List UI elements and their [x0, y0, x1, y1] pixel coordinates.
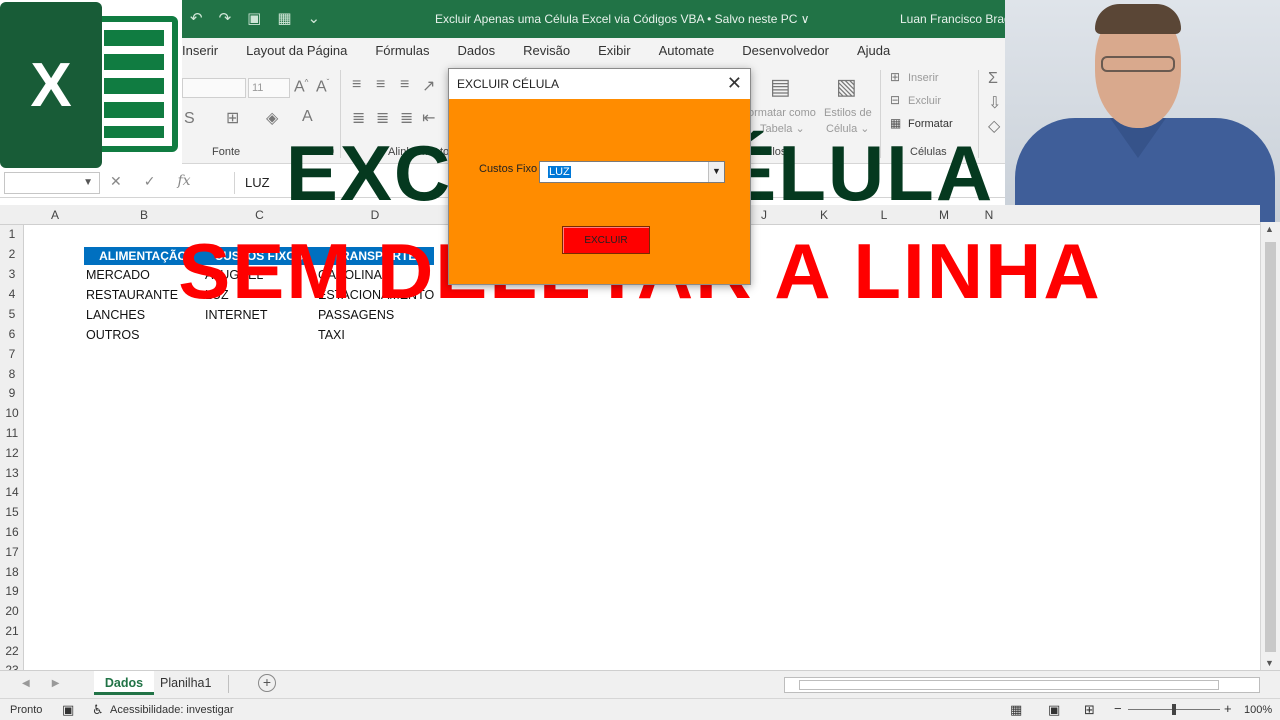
row-header[interactable]: 15 [0, 505, 24, 519]
scroll-up-icon[interactable]: ▲ [1265, 224, 1274, 234]
decrease-font-icon[interactable]: Aˇ [316, 78, 329, 96]
row-header[interactable]: 18 [0, 565, 24, 579]
insert-cells-label[interactable]: Inserir [908, 72, 939, 84]
format-as-table-label-1[interactable]: ormatar como [748, 107, 816, 119]
font-size-value: 11 [252, 82, 264, 94]
fill-color-icon[interactable]: ◈ [266, 108, 278, 128]
insert-cells-icon[interactable]: ⊞ [890, 70, 900, 84]
status-ready: Pronto [10, 704, 43, 716]
horizontal-scrollbar[interactable] [784, 677, 1260, 693]
custos-fixo-label: Custos Fixo [479, 163, 538, 175]
dialog-title: EXCLUIR CÉLULA [449, 69, 750, 99]
delete-cells-label[interactable]: Excluir [908, 95, 941, 107]
cell-styles-label-1[interactable]: Estilos de [824, 107, 872, 119]
excluir-celula-dialog: EXCLUIR CÉLULA ✕ Custos Fixo LUZ ▼ EXCLU… [448, 68, 751, 285]
redo-icon[interactable]: ↷ [219, 9, 232, 27]
tab-ajuda[interactable]: Ajuda [857, 38, 890, 64]
normal-view-icon[interactable]: ▦ [1010, 702, 1022, 718]
row-header[interactable]: 6 [0, 327, 24, 341]
zoom-level[interactable]: 100% [1244, 704, 1272, 716]
font-size-select[interactable]: 11 [248, 78, 290, 98]
accessibility-icon[interactable]: ♿ [92, 702, 104, 718]
ribbon-tabs: Inserir Layout da Página Fórmulas Dados … [182, 38, 1005, 64]
next-sheet-icon[interactable]: ▶ [52, 678, 60, 689]
zoom-in-icon[interactable]: + [1224, 701, 1232, 716]
scroll-down-icon[interactable]: ▼ [1265, 658, 1274, 668]
chevron-down-icon[interactable]: ▼ [708, 162, 724, 182]
row-header[interactable]: 16 [0, 525, 24, 539]
strikethrough-icon[interactable]: S [184, 110, 195, 128]
add-sheet-icon[interactable]: + [258, 674, 276, 692]
sheet-tabs-bar: ◀ ▶ Dados Planilha1 + [0, 670, 1280, 698]
form-icon[interactable]: ▦ [277, 9, 291, 27]
font-color-icon[interactable]: A [302, 108, 313, 126]
delete-cells-icon[interactable]: ⊟ [890, 93, 900, 107]
align-center-icon[interactable]: ≣ [376, 108, 389, 128]
row-header[interactable]: 19 [0, 584, 24, 598]
tab-dados[interactable]: Dados [458, 38, 496, 64]
sheet-tab-dados[interactable]: Dados [94, 671, 154, 695]
format-as-table-icon[interactable]: ▤ [770, 74, 791, 100]
row-header[interactable]: 14 [0, 485, 24, 499]
excluir-button[interactable]: EXCLUIR [562, 226, 650, 254]
tab-revisao[interactable]: Revisão [523, 38, 570, 64]
align-top-icon[interactable]: ≡ [352, 76, 361, 94]
increase-font-icon[interactable]: A^ [294, 78, 308, 96]
user-name[interactable]: Luan Francisco Brag [900, 12, 1011, 26]
row-header[interactable]: 9 [0, 386, 24, 400]
tab-automate[interactable]: Automate [659, 38, 715, 64]
table-cell[interactable]: OUTROS [86, 328, 139, 342]
vertical-scrollbar[interactable]: ▲ ▼ [1260, 222, 1280, 674]
zoom-slider-knob[interactable] [1172, 704, 1176, 715]
accessibility-status[interactable]: Acessibilidade: investigar [110, 704, 234, 716]
row-header[interactable]: 10 [0, 406, 24, 420]
tab-inserir[interactable]: Inserir [182, 38, 218, 64]
document-title: Excluir Apenas uma Célula Excel via Códi… [435, 12, 810, 26]
zoom-out-icon[interactable]: − [1114, 701, 1122, 716]
sheet-nav: ◀ ▶ [22, 678, 59, 689]
cell-styles-icon[interactable]: ▧ [836, 74, 857, 100]
row-header[interactable]: 7 [0, 347, 24, 361]
page-break-icon[interactable]: ⊞ [1084, 702, 1095, 718]
combobox-value: LUZ [548, 166, 571, 178]
table-cell[interactable]: TAXI [318, 328, 345, 342]
tab-desenvolvedor[interactable]: Desenvolvedor [742, 38, 829, 64]
prev-sheet-icon[interactable]: ◀ [22, 678, 30, 689]
custos-fixo-combobox[interactable]: LUZ ▼ [539, 161, 725, 183]
align-left-icon[interactable]: ≣ [352, 108, 365, 128]
align-middle-icon[interactable]: ≡ [376, 76, 385, 94]
row-header[interactable]: 11 [0, 426, 24, 440]
row-header[interactable]: 13 [0, 466, 24, 480]
horizontal-scroll-thumb[interactable] [799, 680, 1219, 690]
row-header[interactable]: 8 [0, 367, 24, 381]
row-header[interactable]: 12 [0, 446, 24, 460]
close-icon[interactable]: ✕ [727, 73, 742, 94]
align-right-icon[interactable]: ≣ [400, 108, 413, 128]
font-name-select[interactable] [182, 78, 246, 98]
status-bar: Pronto ▣ ♿ Acessibilidade: investigar ▦ … [0, 698, 1280, 720]
tab-layout[interactable]: Layout da Página [246, 38, 347, 64]
macro-record-icon[interactable]: ▣ [62, 702, 74, 718]
tab-exibir[interactable]: Exibir [598, 38, 631, 64]
customize-qat-icon[interactable]: ⌄ [308, 9, 321, 27]
indent-icon[interactable]: ⇤ [422, 108, 435, 128]
quick-access-toolbar: ↶ ↷ ▣ ▦ ⌄ [190, 9, 320, 27]
orientation-icon[interactable]: ↗ [422, 76, 435, 96]
row-header[interactable]: 20 [0, 604, 24, 618]
autosum-icon[interactable]: Σ [988, 70, 998, 88]
borders-icon[interactable]: ⊞ [226, 108, 239, 128]
row-header[interactable]: 21 [0, 624, 24, 638]
save-icon[interactable]: ▣ [247, 9, 261, 27]
fill-icon[interactable]: ⇩ [988, 93, 1001, 113]
row-header[interactable]: 22 [0, 644, 24, 658]
vertical-scroll-thumb[interactable] [1265, 242, 1276, 652]
row-header[interactable]: 17 [0, 545, 24, 559]
page-layout-icon[interactable]: ▣ [1048, 702, 1060, 718]
undo-icon[interactable]: ↶ [190, 9, 203, 27]
sheet-tab-planilha1[interactable]: Planilha1 [160, 676, 211, 690]
align-bottom-icon[interactable]: ≡ [400, 76, 409, 94]
tab-formulas[interactable]: Fórmulas [375, 38, 429, 64]
